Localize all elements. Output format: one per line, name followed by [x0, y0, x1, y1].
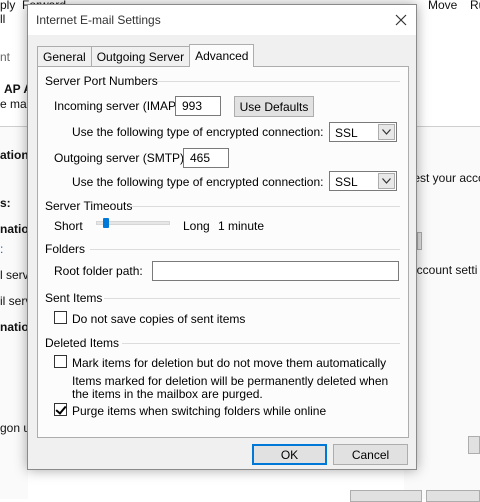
- bg-button: [426, 490, 480, 502]
- bg-move-label: Move: [428, 0, 458, 12]
- incoming-encryption-value: SSL: [335, 126, 358, 140]
- incoming-encryption-select[interactable]: SSL: [329, 122, 397, 142]
- outgoing-encryption-label: Use the following type of encrypted conn…: [72, 175, 324, 189]
- mark-for-deletion-checkbox[interactable]: [54, 355, 67, 368]
- incoming-encryption-label: Use the following type of encrypted conn…: [72, 125, 324, 139]
- bg-fragment: s:: [0, 196, 11, 210]
- server-port-numbers-heading: Server Port Numbers: [45, 74, 158, 88]
- bg-fragment: gon u: [0, 421, 31, 435]
- tab-strip: General Outgoing Server Advanced: [37, 44, 255, 67]
- bg-button: [417, 232, 422, 250]
- dialog-title: Internet E-mail Settings: [36, 13, 161, 27]
- outgoing-port-input[interactable]: 465: [183, 148, 229, 168]
- deletion-note-line1: Items marked for deletion will be perman…: [72, 374, 389, 388]
- deletion-note-line2: the items in the mailbox are purged.: [72, 387, 263, 401]
- advanced-tab-panel: Server Port Numbers Incoming server (IMA…: [37, 66, 409, 438]
- bg-reply-label: ply: [0, 0, 16, 12]
- outgoing-server-label: Outgoing server (SMTP):: [54, 151, 188, 165]
- bg-button: [350, 490, 422, 502]
- sent-items-heading: Sent Items: [45, 291, 103, 305]
- tab-outgoing-server[interactable]: Outgoing Server: [90, 46, 191, 66]
- bg-fragment: account setti: [410, 263, 478, 277]
- title-bar: Internet E-mail Settings: [28, 5, 416, 35]
- timeout-slider-thumb[interactable]: [102, 218, 109, 228]
- bg-left-panel: [0, 126, 28, 499]
- root-folder-input[interactable]: [152, 261, 399, 281]
- bg-fragment: nt: [0, 50, 11, 64]
- chevron-down-icon: [378, 173, 395, 189]
- bg-fragment: ll: [0, 12, 6, 26]
- tab-general[interactable]: General: [37, 46, 92, 66]
- folders-heading: Folders: [45, 242, 86, 256]
- internet-email-settings-dialog: Internet E-mail Settings General Outgoin…: [27, 4, 417, 470]
- bg-button: [468, 436, 480, 454]
- deleted-items-heading: Deleted Items: [45, 336, 120, 350]
- timeout-short-label: Short: [54, 219, 83, 233]
- purge-items-label: Purge items when switching folders while…: [72, 404, 327, 418]
- do-not-save-label: Do not save copies of sent items: [72, 312, 246, 326]
- bg-fragment: l serv: [0, 268, 29, 282]
- mark-for-deletion-label: Mark items for deletion but do not move …: [72, 356, 387, 370]
- root-folder-label: Root folder path:: [54, 264, 143, 278]
- incoming-port-input[interactable]: 993: [175, 96, 221, 116]
- use-defaults-button[interactable]: Use Defaults: [234, 96, 314, 117]
- ok-button[interactable]: OK: [252, 444, 327, 465]
- bg-rules-label: Ru: [470, 0, 480, 12]
- purge-items-checkbox[interactable]: [54, 403, 67, 416]
- do-not-save-checkbox[interactable]: [54, 311, 67, 324]
- bg-fragment: test your acco: [410, 171, 480, 185]
- incoming-server-label: Incoming server (IMAP):: [54, 99, 184, 113]
- server-timeouts-heading: Server Timeouts: [45, 199, 133, 213]
- chevron-down-icon: [378, 124, 395, 140]
- cancel-button[interactable]: Cancel: [333, 444, 408, 465]
- outgoing-encryption-select[interactable]: SSL: [329, 171, 397, 191]
- outgoing-encryption-value: SSL: [335, 175, 358, 189]
- timeout-value: 1 minute: [218, 219, 265, 233]
- close-button[interactable]: [386, 5, 416, 35]
- bg-fragment: ation: [0, 148, 29, 162]
- tab-advanced[interactable]: Advanced: [189, 44, 255, 67]
- close-icon: [395, 14, 407, 26]
- timeout-long-label: Long: [183, 219, 210, 233]
